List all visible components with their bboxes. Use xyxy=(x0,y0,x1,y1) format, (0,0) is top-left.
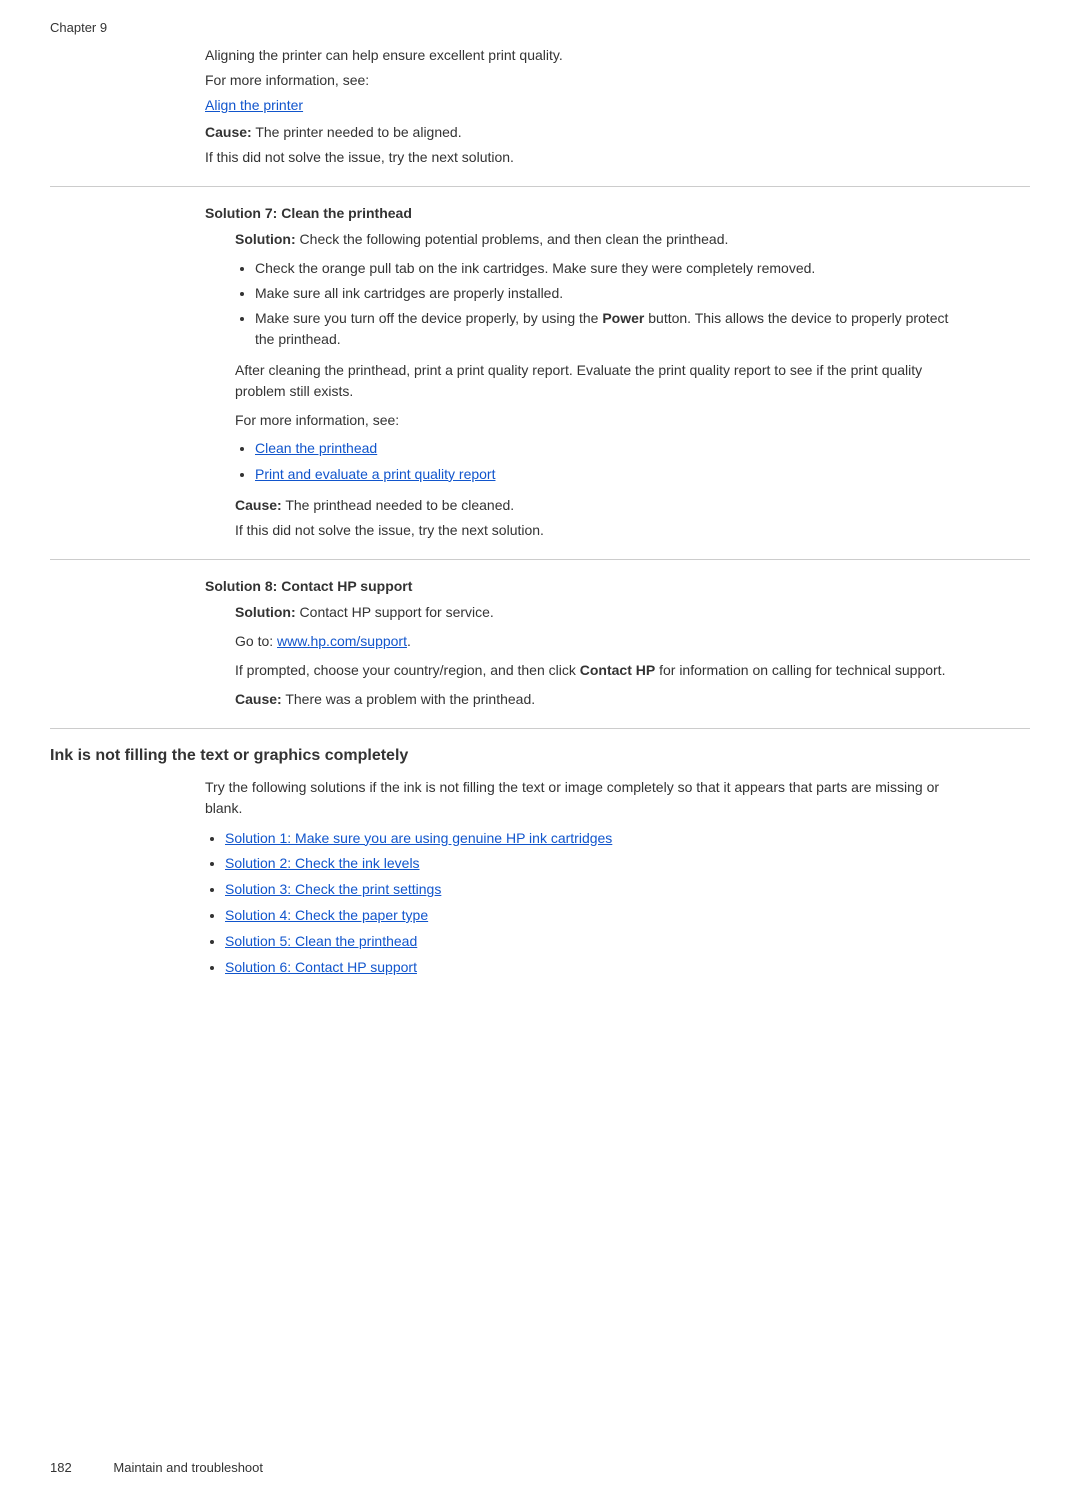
intro-if-not-solve: If this did not solve the issue, try the… xyxy=(205,147,970,168)
intro-cause-text: The printer needed to be aligned. xyxy=(252,124,462,140)
solution7-links: Clean the printhead Print and evaluate a… xyxy=(255,437,970,487)
solution8-cause-label: Cause: xyxy=(235,691,282,707)
divider-1 xyxy=(50,186,1030,187)
list-item[interactable]: Clean the printhead xyxy=(255,437,970,461)
intro-line1: Aligning the printer can help ensure exc… xyxy=(205,45,970,66)
solution8-cause: Cause: There was a problem with the prin… xyxy=(235,689,970,710)
solution7-header: Solution 7: Clean the printhead xyxy=(205,205,970,221)
ink-solution2-link[interactable]: Solution 2: Check the ink levels xyxy=(225,855,420,871)
footer-page: 182 xyxy=(50,1460,72,1475)
goto-end: . xyxy=(407,633,411,649)
list-item[interactable]: Solution 4: Check the paper type xyxy=(225,904,970,928)
list-item: Make sure all ink cartridges are properl… xyxy=(255,283,970,304)
solution7-label: Solution: xyxy=(235,231,296,247)
solution7-cause-label: Cause: xyxy=(235,497,282,513)
solution8-text: Contact HP support for service. xyxy=(296,604,494,620)
list-item[interactable]: Print and evaluate a print quality repor… xyxy=(255,463,970,487)
ink-section-title: Ink is not filling the text or graphics … xyxy=(50,747,1030,765)
solution7-if-not-solve: If this did not solve the issue, try the… xyxy=(235,520,970,541)
solution7-after: After cleaning the printhead, print a pr… xyxy=(235,360,970,402)
list-item[interactable]: Solution 1: Make sure you are using genu… xyxy=(225,827,970,851)
solution7-text: Check the following potential problems, … xyxy=(296,231,729,247)
intro-cause: Cause: The printer needed to be aligned. xyxy=(205,122,970,143)
hp-support-link[interactable]: www.hp.com/support xyxy=(277,633,407,649)
contact-hp-bold: Contact HP xyxy=(580,662,655,678)
if-prompted-text1: If prompted, choose your country/region,… xyxy=(235,662,580,678)
align-printer-link[interactable]: Align the printer xyxy=(205,97,303,113)
solution8-if-prompted: If prompted, choose your country/region,… xyxy=(235,660,970,681)
solution8-intro: Solution: Contact HP support for service… xyxy=(235,602,970,623)
chapter-label: Chapter 9 xyxy=(50,20,1030,35)
goto-text: Go to: xyxy=(235,633,277,649)
intro-cause-label: Cause: xyxy=(205,124,252,140)
list-item[interactable]: Solution 3: Check the print settings xyxy=(225,878,970,902)
ink-section-links: Solution 1: Make sure you are using genu… xyxy=(225,827,970,980)
solution7-intro: Solution: Check the following potential … xyxy=(235,229,970,250)
ink-solution5-link[interactable]: Solution 5: Clean the printhead xyxy=(225,933,417,949)
solution8-cause-text: There was a problem with the printhead. xyxy=(282,691,535,707)
footer-text: Maintain and troubleshoot xyxy=(113,1460,263,1475)
ink-solution6-link[interactable]: Solution 6: Contact HP support xyxy=(225,959,417,975)
ink-solution1-link[interactable]: Solution 1: Make sure you are using genu… xyxy=(225,830,612,846)
intro-line2: For more information, see: xyxy=(205,70,970,91)
solution7-bullets: Check the orange pull tab on the ink car… xyxy=(255,258,970,350)
ink-section: Ink is not filling the text or graphics … xyxy=(50,747,1030,980)
list-item: Check the orange pull tab on the ink car… xyxy=(255,258,970,279)
solution8-goto: Go to: www.hp.com/support. xyxy=(235,631,970,652)
solution7-cause: Cause: The printhead needed to be cleane… xyxy=(235,495,970,516)
divider-2 xyxy=(50,559,1030,560)
footer: 182 Maintain and troubleshoot xyxy=(50,1460,263,1475)
divider-3 xyxy=(50,728,1030,729)
solution7-cause-text: The printhead needed to be cleaned. xyxy=(282,497,514,513)
clean-printhead-link[interactable]: Clean the printhead xyxy=(255,440,377,456)
solution7-for-more: For more information, see: xyxy=(235,410,970,431)
solution8-header: Solution 8: Contact HP support xyxy=(205,578,970,594)
list-item[interactable]: Solution 5: Clean the printhead xyxy=(225,930,970,954)
if-prompted-text2: for information on calling for technical… xyxy=(655,662,945,678)
ink-section-intro: Try the following solutions if the ink i… xyxy=(205,777,970,819)
list-item: Make sure you turn off the device proper… xyxy=(255,308,970,350)
ink-solution4-link[interactable]: Solution 4: Check the paper type xyxy=(225,907,428,923)
ink-solution3-link[interactable]: Solution 3: Check the print settings xyxy=(225,881,441,897)
list-item[interactable]: Solution 6: Contact HP support xyxy=(225,956,970,980)
print-evaluate-link[interactable]: Print and evaluate a print quality repor… xyxy=(255,466,495,482)
solution8-label: Solution: xyxy=(235,604,296,620)
list-item[interactable]: Solution 2: Check the ink levels xyxy=(225,852,970,876)
footer-separator xyxy=(85,1460,99,1475)
